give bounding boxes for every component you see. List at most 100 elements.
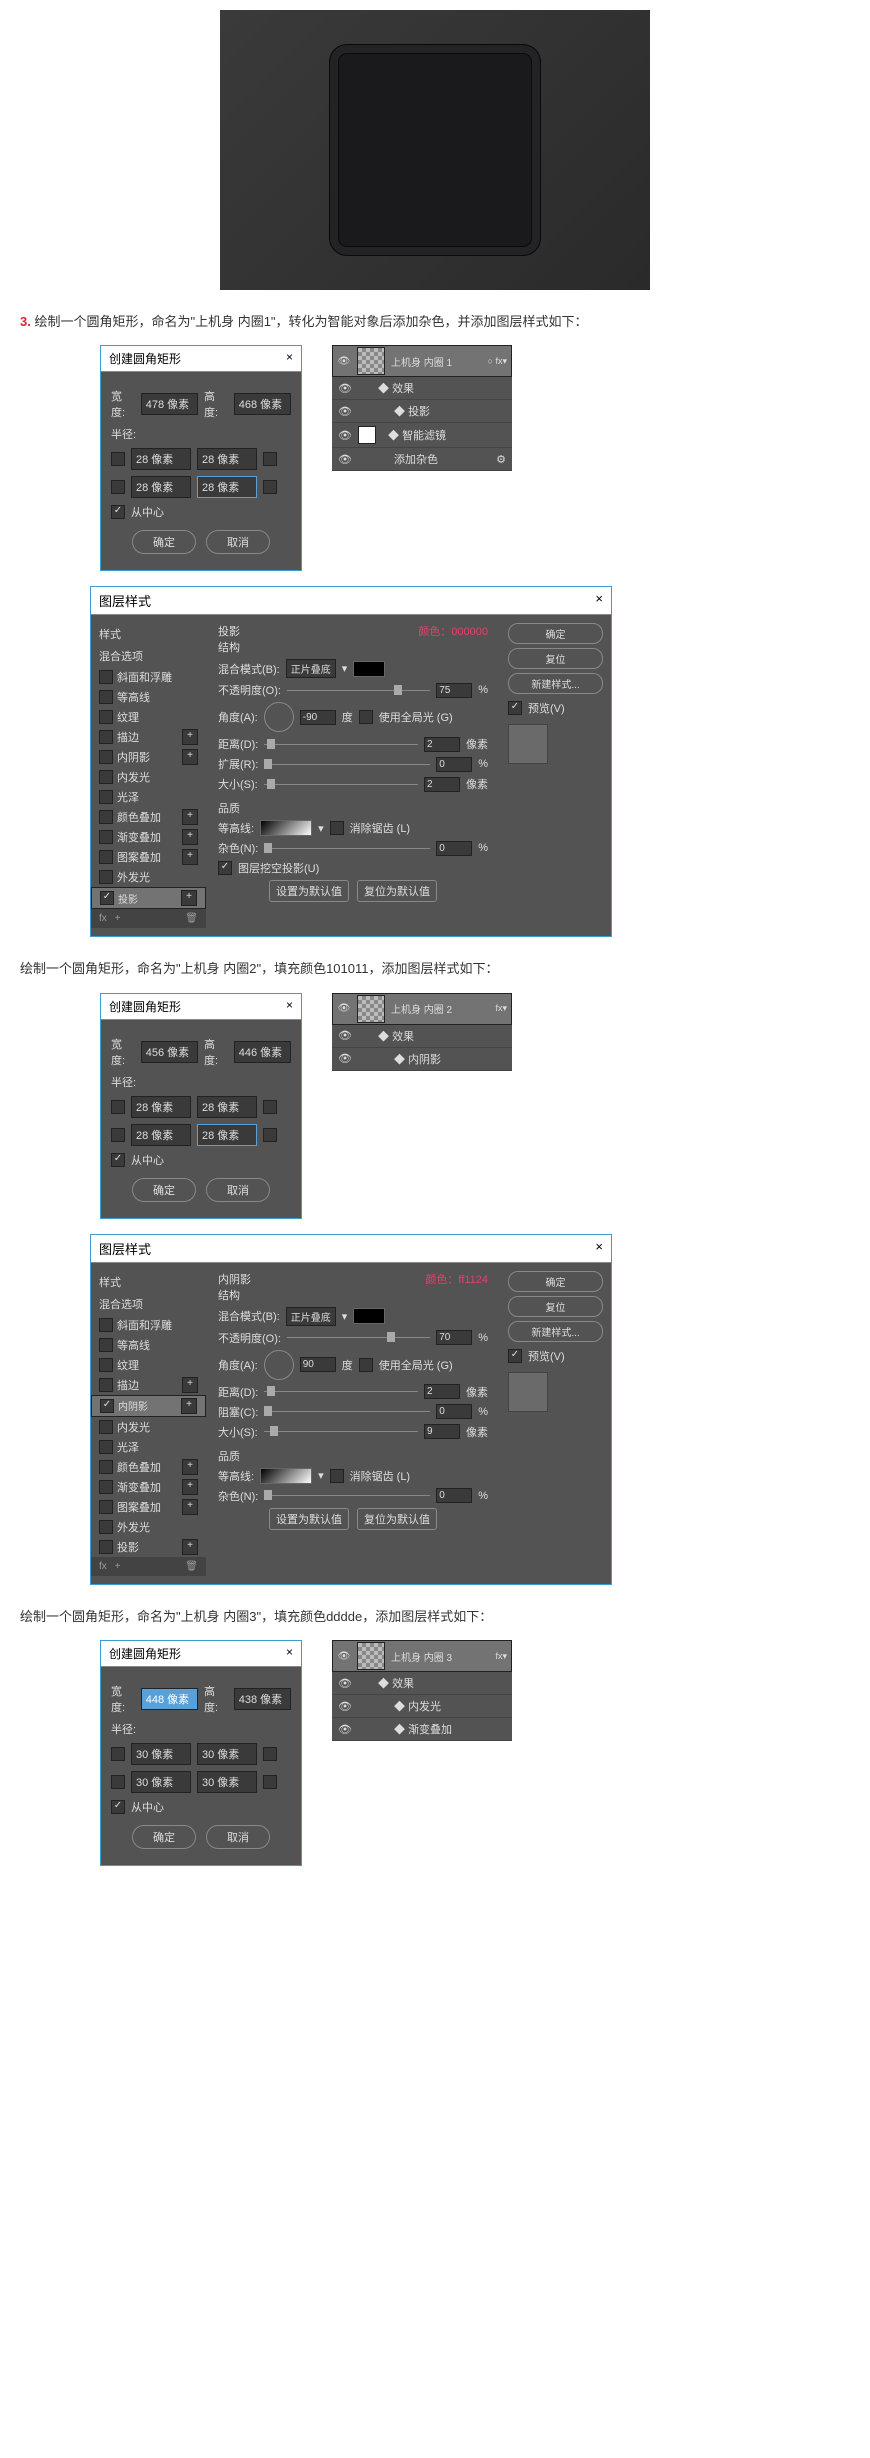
dist-slider[interactable] [264, 1391, 418, 1392]
add-style-icon[interactable]: + [182, 809, 198, 825]
visibility-icon[interactable]: 👁 [338, 1700, 352, 1713]
visibility-icon[interactable]: 👁 [338, 382, 352, 395]
link-checkbox[interactable] [263, 452, 277, 466]
center-checkbox[interactable] [111, 505, 125, 519]
style-checkbox[interactable] [99, 1520, 113, 1534]
visibility-icon[interactable]: 👁 [338, 1052, 352, 1065]
layer-row[interactable]: 👁上机身 内圈 2fx▾ [332, 993, 512, 1025]
link-checkbox[interactable] [111, 480, 125, 494]
style-item[interactable]: 光泽 [91, 787, 206, 807]
r4-input[interactable]: 30 像素 [197, 1771, 257, 1793]
size-input[interactable]: 9 [424, 1424, 460, 1439]
height-input[interactable]: 438 像素 [234, 1688, 291, 1710]
cancel-button[interactable]: 取消 [206, 1178, 270, 1202]
opacity-slider[interactable] [287, 690, 430, 691]
style-checkbox[interactable] [99, 850, 113, 864]
global-checkbox[interactable] [359, 1358, 373, 1372]
add-style-icon[interactable]: + [181, 1398, 197, 1414]
style-checkbox[interactable] [99, 1480, 113, 1494]
choke-slider[interactable] [264, 1411, 430, 1412]
width-input[interactable]: 448 像素 [141, 1688, 198, 1710]
style-item[interactable]: 纹理 [91, 1355, 206, 1375]
close-icon[interactable]: × [286, 1645, 293, 1662]
color-swatch[interactable] [353, 1308, 385, 1324]
link-checkbox[interactable] [263, 1100, 277, 1114]
r4-input[interactable]: 28 像素 [197, 1124, 257, 1146]
layer-effect[interactable]: 👁◆ 渐变叠加 [332, 1718, 512, 1741]
visibility-icon[interactable]: 👁 [337, 1003, 351, 1014]
style-checkbox[interactable] [99, 1460, 113, 1474]
mode-select[interactable]: 正片叠底 [286, 659, 336, 678]
size-input[interactable]: 2 [424, 777, 460, 792]
layer-row[interactable]: 👁上机身 内圈 1○ fx▾ [332, 345, 512, 377]
style-checkbox[interactable] [99, 830, 113, 844]
color-swatch[interactable] [353, 661, 385, 677]
add-style-icon[interactable]: + [182, 1459, 198, 1475]
add-style-icon[interactable]: + [182, 1377, 198, 1393]
angle-dial[interactable] [264, 702, 294, 732]
style-checkbox[interactable] [99, 1440, 113, 1454]
r1-input[interactable]: 30 像素 [131, 1743, 191, 1765]
add-style-icon[interactable]: + [182, 829, 198, 845]
size-slider[interactable] [264, 1431, 418, 1432]
add-icon[interactable]: + [115, 913, 121, 924]
contour-picker[interactable] [260, 1468, 312, 1484]
default-button[interactable]: 设置为默认值 [269, 880, 349, 902]
trash-icon[interactable]: 🗑 [185, 1561, 198, 1572]
link-checkbox[interactable] [111, 1100, 125, 1114]
style-checkbox[interactable] [99, 730, 113, 744]
add-style-icon[interactable]: + [181, 890, 197, 906]
layer-row[interactable]: 👁上机身 内圈 3fx▾ [332, 1640, 512, 1672]
noise-input[interactable]: 0 [436, 841, 472, 856]
style-checkbox[interactable] [100, 1399, 114, 1413]
anti-checkbox[interactable] [330, 1469, 344, 1483]
r1-input[interactable]: 28 像素 [131, 1096, 191, 1118]
spread-input[interactable]: 0 [436, 757, 472, 772]
reset-button[interactable]: 复位为默认值 [357, 880, 437, 902]
default-button[interactable]: 设置为默认值 [269, 1508, 349, 1530]
global-checkbox[interactable] [359, 710, 373, 724]
opacity-input[interactable]: 75 [436, 683, 472, 698]
style-item[interactable]: 内发光 [91, 767, 206, 787]
options-header[interactable]: 混合选项 [91, 1293, 206, 1315]
style-checkbox[interactable] [99, 690, 113, 704]
add-style-icon[interactable]: + [182, 849, 198, 865]
style-item[interactable]: 外发光 [91, 1517, 206, 1537]
style-checkbox[interactable] [99, 790, 113, 804]
style-checkbox[interactable] [99, 1378, 113, 1392]
visibility-icon[interactable]: 👁 [338, 1029, 352, 1042]
height-input[interactable]: 446 像素 [234, 1041, 291, 1063]
add-style-icon[interactable]: + [182, 1479, 198, 1495]
r2-input[interactable]: 28 像素 [197, 1096, 257, 1118]
style-checkbox[interactable] [99, 1540, 113, 1554]
link-checkbox[interactable] [111, 1775, 125, 1789]
anti-checkbox[interactable] [330, 821, 344, 835]
style-item[interactable]: 等高线 [91, 687, 206, 707]
angle-dial[interactable] [264, 1350, 294, 1380]
style-item[interactable]: 渐变叠加+ [91, 827, 206, 847]
preview-checkbox[interactable] [508, 1349, 522, 1363]
dist-input[interactable]: 2 [424, 737, 460, 752]
style-item[interactable]: 图案叠加+ [91, 1497, 206, 1517]
link-checkbox[interactable] [263, 1747, 277, 1761]
height-input[interactable]: 468 像素 [234, 393, 291, 415]
visibility-icon[interactable]: 👁 [338, 1723, 352, 1736]
width-input[interactable]: 478 像素 [141, 393, 198, 415]
style-checkbox[interactable] [99, 750, 113, 764]
style-item[interactable]: 描边+ [91, 1375, 206, 1395]
choke-input[interactable]: 0 [436, 1404, 472, 1419]
size-slider[interactable] [264, 784, 418, 785]
close-icon[interactable]: × [595, 591, 603, 610]
link-checkbox[interactable] [263, 480, 277, 494]
style-item[interactable]: 图案叠加+ [91, 847, 206, 867]
style-item[interactable]: 内发光 [91, 1417, 206, 1437]
style-checkbox[interactable] [99, 1318, 113, 1332]
visibility-icon[interactable]: 👁 [337, 1651, 351, 1662]
ok-button[interactable]: 确定 [508, 623, 603, 644]
trash-icon[interactable]: 🗑 [185, 913, 198, 924]
r3-input[interactable]: 28 像素 [131, 1124, 191, 1146]
filter-icon[interactable]: ⚙ [496, 453, 506, 466]
add-style-icon[interactable]: + [182, 749, 198, 765]
style-item[interactable]: 颜色叠加+ [91, 807, 206, 827]
reset-button[interactable]: 复位 [508, 1296, 603, 1317]
